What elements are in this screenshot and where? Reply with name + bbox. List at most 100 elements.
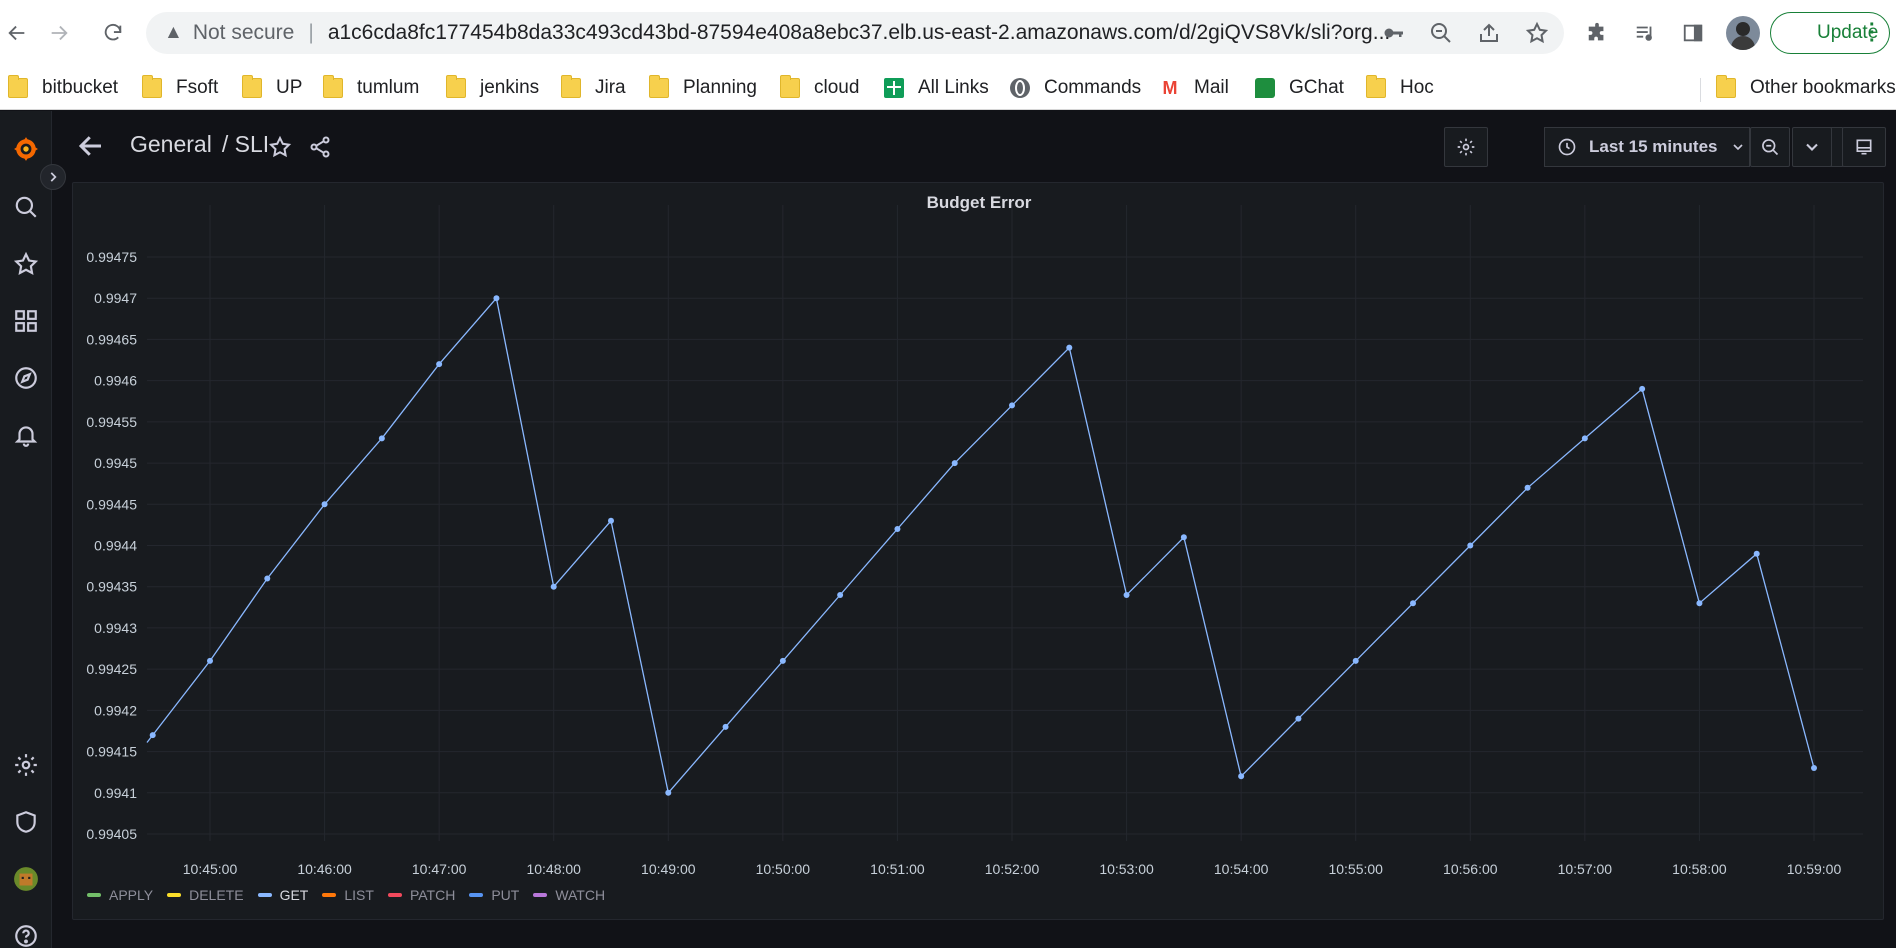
reload-icon[interactable]: [94, 14, 132, 52]
update-button[interactable]: Update · · ·: [1770, 12, 1890, 54]
legend-item-patch[interactable]: PATCH: [387, 887, 455, 903]
legend-label: GET: [279, 887, 309, 903]
explore-compass-icon[interactable]: [4, 356, 48, 400]
bookmark-hoc[interactable]: Hoc: [1366, 66, 1434, 110]
data-point: [1811, 765, 1817, 772]
user-avatar[interactable]: [4, 857, 48, 901]
help-icon[interactable]: [4, 914, 48, 948]
x-tick-label: 10:54:00: [1214, 861, 1269, 877]
data-point: [1123, 591, 1130, 598]
key-icon[interactable]: [1382, 21, 1406, 45]
extensions-icon[interactable]: [1578, 14, 1616, 52]
legend-item-get[interactable]: GET: [257, 887, 309, 903]
bookmark-jira[interactable]: Jira: [561, 66, 626, 110]
bookmark-cloud[interactable]: cloud: [780, 66, 859, 110]
legend-swatch: [87, 893, 101, 897]
media-control-icon[interactable]: [1626, 14, 1664, 52]
bookmark-commands[interactable]: Commands: [1010, 66, 1141, 110]
folder-icon: [780, 75, 800, 98]
zoom-out-time-button[interactable]: [1750, 127, 1790, 167]
bookmark-label: tumlum: [357, 77, 420, 98]
bookmark-fsoft[interactable]: Fsoft: [142, 66, 218, 110]
x-tick-label: 10:51:00: [870, 861, 925, 877]
folder-icon: [561, 75, 581, 98]
bookmark-gchat[interactable]: GChat: [1255, 66, 1344, 110]
bookmark-label: jenkins: [480, 77, 540, 98]
data-point: [493, 295, 500, 302]
breadcrumb: General / SLI: [130, 131, 269, 158]
folder-icon: [8, 75, 28, 98]
profile-avatar[interactable]: [1726, 16, 1760, 50]
data-point: [608, 517, 614, 524]
legend-item-delete[interactable]: DELETE: [167, 887, 244, 903]
folder-icon: [323, 75, 343, 98]
y-tick-label: 0.99415: [86, 744, 137, 760]
folder-icon: [142, 75, 162, 98]
monitor-icon: [1854, 137, 1874, 157]
side-panel-icon[interactable]: [1674, 14, 1712, 52]
x-tick-label: 10:59:00: [1787, 861, 1842, 877]
data-point: [665, 789, 672, 796]
folder-icon: [1366, 75, 1386, 98]
dashboard-settings-button[interactable]: [1444, 127, 1488, 167]
mark-favorite-star-icon[interactable]: [268, 135, 292, 159]
back-arrow-icon[interactable]: [0, 14, 36, 52]
refresh-interval-dropdown[interactable]: [1792, 127, 1832, 167]
bookmark-label: Commands: [1044, 77, 1142, 98]
x-tick-label: 10:46:00: [297, 861, 352, 877]
time-range-picker[interactable]: Last 15 minutes: [1544, 127, 1750, 167]
data-point: [1238, 773, 1245, 780]
bookmark-label: Mail: [1194, 77, 1229, 98]
back-arrow-icon[interactable]: [76, 131, 106, 161]
data-point: [264, 575, 271, 582]
address-bar[interactable]: ▲ Not secure | a1c6cda8fc177454b8da33c49…: [146, 12, 1564, 54]
browser-toolbar: ▲ Not secure | a1c6cda8fc177454b8da33c49…: [0, 0, 1896, 66]
data-point: [1295, 715, 1302, 722]
y-tick-label: 0.9946: [94, 373, 137, 389]
dashboard-navbar: General / SLI Last 15 minutes: [52, 111, 1896, 181]
bookmark-label: All Links: [918, 77, 989, 98]
legend-swatch: [167, 893, 182, 897]
legend-item-apply[interactable]: APPLY: [87, 887, 153, 903]
data-point: [779, 657, 786, 664]
other-bookmarks[interactable]: Other bookmarks: [1716, 66, 1896, 110]
dashboard-title[interactable]: / SLI: [222, 131, 269, 157]
legend-item-list[interactable]: LIST: [322, 887, 374, 903]
bookmark-planning[interactable]: Planning: [649, 66, 757, 110]
bookmark-bitbucket[interactable]: bitbucket: [8, 66, 118, 110]
folder-icon: [242, 75, 262, 98]
graph-panel[interactable]: Budget Error 0.99405 0.9941 0.99415 0.9942 0…: [72, 182, 1884, 920]
bookmark-mail[interactable]: M Mail: [1160, 66, 1229, 110]
forward-arrow-icon[interactable]: [40, 14, 78, 52]
zoom-out-icon[interactable]: [1429, 21, 1453, 45]
grafana-logo-icon[interactable]: [4, 127, 48, 171]
bookmark-all-links[interactable]: All Links: [884, 66, 989, 110]
chat-icon: [1255, 78, 1275, 98]
bookmark-tumlum[interactable]: tumlum: [323, 66, 419, 110]
alerting-bell-icon[interactable]: [4, 413, 48, 457]
breadcrumb-folder[interactable]: General: [130, 131, 212, 157]
tv-mode-button[interactable]: [1842, 127, 1886, 167]
gmail-icon: M: [1162, 78, 1178, 98]
bookmark-jenkins[interactable]: jenkins: [446, 66, 539, 110]
dashboards-icon[interactable]: [4, 299, 48, 343]
x-tick-label: 10:47:00: [412, 861, 467, 877]
server-admin-shield-icon[interactable]: [4, 800, 48, 844]
data-point: [321, 501, 328, 508]
share-icon[interactable]: [1477, 21, 1501, 45]
x-tick-label: 10:56:00: [1443, 861, 1498, 877]
expand-menu-chevron-icon[interactable]: [40, 164, 66, 190]
bookmark-up[interactable]: UP: [242, 66, 302, 110]
clock-icon: [1557, 137, 1589, 157]
search-icon[interactable]: [4, 185, 48, 229]
starred-icon[interactable]: [4, 242, 48, 286]
star-icon[interactable]: [1525, 21, 1549, 45]
legend-item-put[interactable]: PUT: [469, 887, 519, 903]
configuration-gear-icon[interactable]: [4, 743, 48, 787]
legend-item-watch[interactable]: WATCH: [533, 887, 605, 903]
data-point: [550, 583, 557, 590]
x-tick-label: 10:45:00: [183, 861, 238, 877]
data-point: [436, 361, 443, 368]
share-dashboard-icon[interactable]: [308, 135, 332, 159]
more-vert-icon[interactable]: · · ·: [1869, 15, 1876, 51]
